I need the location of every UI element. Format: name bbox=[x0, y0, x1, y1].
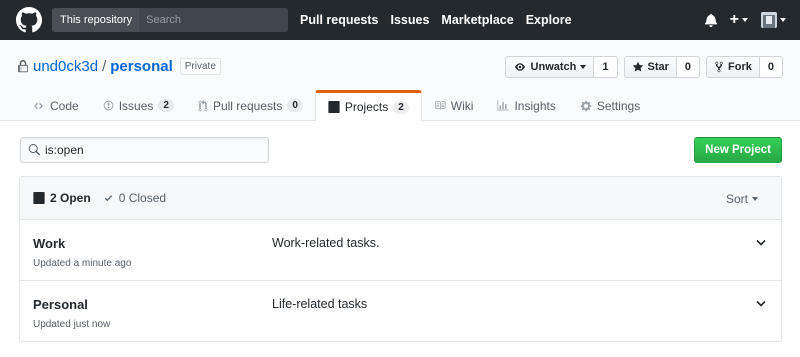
chevron-down-icon[interactable] bbox=[756, 300, 766, 307]
tab-issues[interactable]: Issues 2 bbox=[91, 90, 186, 121]
open-filter[interactable]: 2 Open bbox=[33, 191, 91, 205]
new-project-button[interactable]: New Project bbox=[694, 137, 782, 163]
project-name-link[interactable]: Personal bbox=[33, 297, 88, 312]
tab-pull-requests[interactable]: Pull requests 0 bbox=[186, 90, 315, 121]
fork-group: Fork 0 bbox=[706, 56, 783, 78]
filter-input[interactable] bbox=[45, 143, 245, 157]
watchers-count[interactable]: 1 bbox=[594, 56, 618, 78]
path-separator: / bbox=[102, 58, 107, 75]
forks-count[interactable]: 0 bbox=[759, 56, 783, 78]
unwatch-label: Unwatch bbox=[530, 61, 577, 73]
tab-label: Pull requests bbox=[212, 98, 283, 113]
star-button[interactable]: Star bbox=[623, 56, 677, 78]
projects-list: 2 Open 0 Closed Sort Work Updated a minu… bbox=[19, 176, 782, 342]
tab-insights[interactable]: Insights bbox=[485, 90, 567, 121]
watch-group: Unwatch 1 bbox=[504, 56, 618, 78]
tab-code[interactable]: Code bbox=[20, 90, 91, 121]
star-label: Star bbox=[647, 61, 669, 73]
fork-button[interactable]: Fork bbox=[706, 56, 760, 78]
header-search: This repository bbox=[52, 8, 288, 32]
projects-filter bbox=[20, 137, 269, 163]
project-icon bbox=[328, 101, 340, 113]
chevron-down-icon[interactable] bbox=[742, 18, 748, 22]
search-icon bbox=[28, 144, 40, 156]
graph-icon bbox=[497, 100, 509, 111]
issues-counter: 2 bbox=[158, 99, 174, 112]
gear-icon bbox=[580, 100, 592, 111]
tab-label: Code bbox=[50, 98, 79, 113]
repo-name-link[interactable]: personal bbox=[110, 58, 173, 75]
project-description: Life-related tasks bbox=[272, 297, 368, 311]
tab-label: Settings bbox=[596, 98, 641, 113]
repo-owner-link[interactable]: und0ck3d bbox=[33, 58, 98, 75]
star-group: Star 0 bbox=[623, 56, 701, 78]
tab-label: Issues bbox=[118, 98, 154, 113]
header-nav: Pull requests Issues Marketplace Explore bbox=[300, 0, 584, 40]
projects-counter: 2 bbox=[393, 100, 409, 114]
sort-label: Sort bbox=[725, 191, 748, 206]
code-icon bbox=[34, 102, 43, 109]
project-updated: Updated a minute ago bbox=[33, 258, 132, 269]
lock-icon bbox=[18, 60, 28, 73]
unwatch-button[interactable]: Unwatch bbox=[504, 56, 595, 78]
avatar-chevron-icon[interactable] bbox=[780, 18, 786, 22]
stars-count[interactable]: 0 bbox=[676, 56, 701, 78]
tab-projects[interactable]: Projects 2 bbox=[314, 90, 422, 122]
eye-icon bbox=[514, 63, 525, 71]
github-logo-icon[interactable] bbox=[16, 7, 42, 33]
tab-wiki[interactable]: Wiki bbox=[422, 90, 486, 121]
pull-request-icon bbox=[198, 99, 208, 111]
nav-explore[interactable]: Explore bbox=[526, 13, 572, 27]
nav-issues[interactable]: Issues bbox=[391, 13, 430, 27]
tab-settings[interactable]: Settings bbox=[568, 90, 652, 121]
nav-marketplace[interactable]: Marketplace bbox=[441, 13, 513, 27]
avatar[interactable] bbox=[761, 12, 777, 28]
private-badge: Private bbox=[179, 58, 221, 75]
plus-icon[interactable]: + bbox=[730, 12, 739, 28]
repo-actions: Unwatch 1 Star 0 Fork 0 bbox=[499, 56, 783, 78]
projects-list-header: 2 Open 0 Closed Sort bbox=[20, 177, 781, 220]
project-name-link[interactable]: Work bbox=[33, 236, 65, 251]
header-actions: + bbox=[704, 0, 786, 40]
search-scope-label: This repository bbox=[52, 8, 140, 32]
project-updated: Updated just now bbox=[33, 319, 111, 330]
repo-title: und0ck3d / personal Private bbox=[18, 58, 221, 75]
project-row: Work Updated a minute ago Work-related t… bbox=[20, 220, 781, 281]
project-row: Personal Updated just now Life-related t… bbox=[20, 281, 781, 342]
pull-requests-counter: 0 bbox=[287, 99, 303, 112]
project-icon bbox=[33, 192, 45, 204]
check-icon bbox=[104, 195, 112, 202]
chevron-down-icon bbox=[752, 196, 758, 201]
tab-label: Projects bbox=[344, 100, 389, 114]
bell-icon[interactable] bbox=[704, 13, 718, 27]
open-count-label: 2 Open bbox=[50, 191, 91, 205]
nav-pull-requests[interactable]: Pull requests bbox=[300, 13, 379, 27]
tab-label: Insights bbox=[514, 98, 556, 113]
tab-label: Wiki bbox=[450, 98, 474, 113]
fork-icon bbox=[715, 61, 723, 73]
closed-filter[interactable]: 0 Closed bbox=[103, 191, 166, 205]
project-description: Work-related tasks. bbox=[272, 236, 380, 250]
chevron-down-icon[interactable] bbox=[756, 239, 766, 246]
sort-dropdown[interactable]: Sort bbox=[726, 177, 758, 220]
closed-count-label: 0 Closed bbox=[118, 191, 167, 205]
repo-tabs: Code Issues 2 Pull requests 0 Projects 2… bbox=[20, 90, 652, 122]
chevron-down-icon bbox=[580, 65, 587, 69]
fork-label: Fork bbox=[728, 61, 752, 73]
star-icon bbox=[632, 61, 643, 72]
search-input[interactable] bbox=[139, 8, 288, 32]
issue-icon bbox=[103, 100, 113, 111]
avatar-image bbox=[761, 12, 777, 28]
book-icon bbox=[434, 101, 446, 110]
global-header: This repository Pull requests Issues Mar… bbox=[0, 0, 800, 40]
